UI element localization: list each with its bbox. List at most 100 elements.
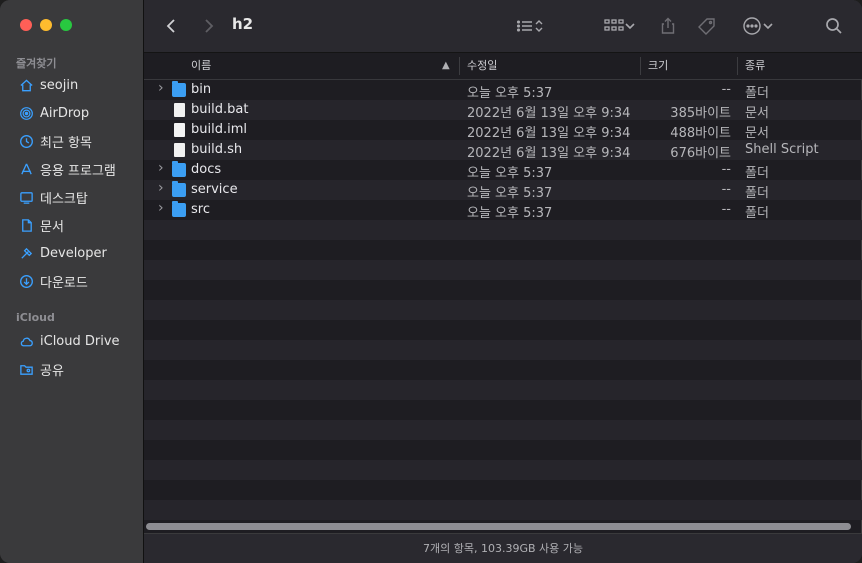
file-name: src	[191, 202, 210, 217]
empty-row	[144, 340, 862, 360]
table-row[interactable]: build.bat 2022년 6월 13일 오후 9:34 385바이트 문서	[144, 100, 862, 121]
sidebar-item-icloud-drive[interactable]: iCloud Drive	[18, 330, 120, 352]
document-icon	[174, 123, 185, 137]
hammer-icon	[18, 245, 34, 261]
tag-icon	[698, 18, 715, 35]
sidebar-item-recents[interactable]: 최근 항목	[18, 130, 92, 152]
sidebar-item-label: 공유	[40, 363, 64, 379]
file-name: build.bat	[191, 102, 249, 117]
sidebar: 즐겨찾기 seojin AirDrop 최근 항목 응용 프로그램 데스크탑 문…	[0, 0, 144, 563]
ellipsis-circle-icon	[743, 17, 761, 35]
chevron-down-icon	[763, 23, 773, 30]
sidebar-item-documents[interactable]: 문서	[18, 214, 64, 236]
empty-row	[144, 220, 862, 240]
file-kind: Shell Script	[745, 142, 819, 157]
file-list: › bin 오늘 오후 5:37 -- 폴더 build.bat 2022년 6월 13일 …	[144, 80, 862, 520]
sidebar-item-home[interactable]: seojin	[18, 74, 78, 96]
empty-row	[144, 400, 862, 420]
cloud-icon	[18, 333, 34, 349]
disclosure-chevron-icon[interactable]: ›	[158, 200, 164, 216]
sidebar-item-label: 문서	[40, 219, 64, 235]
minimize-button[interactable]	[40, 19, 52, 31]
empty-row	[144, 320, 862, 340]
window-controls	[20, 19, 72, 31]
tag-button[interactable]	[695, 14, 719, 38]
table-row[interactable]: build.sh 2022년 6월 13일 오후 9:34 676바이트 Shell …	[144, 140, 862, 161]
sort-ascending-icon[interactable]: ▲	[442, 53, 450, 79]
updown-chevron-icon	[535, 20, 543, 32]
window-title: h2	[232, 15, 254, 33]
table-row[interactable]: › src 오늘 오후 5:37 -- 폴더	[144, 200, 862, 221]
file-date: 2022년 6월 13일 오후 9:34	[467, 146, 631, 161]
empty-row	[144, 500, 862, 520]
table-row[interactable]: › service 오늘 오후 5:37 -- 폴더	[144, 180, 862, 201]
back-button[interactable]	[160, 14, 184, 38]
disclosure-chevron-icon[interactable]: ›	[158, 180, 164, 196]
file-date: 2022년 6월 13일 오후 9:34	[467, 126, 631, 141]
action-menu-button[interactable]	[738, 14, 778, 38]
file-date: 2022년 6월 13일 오후 9:34	[467, 106, 631, 121]
disclosure-chevron-icon[interactable]: ›	[158, 80, 164, 96]
file-name: docs	[191, 162, 222, 177]
table-row[interactable]: › docs 오늘 오후 5:37 -- 폴더	[144, 160, 862, 181]
airdrop-icon	[18, 105, 34, 121]
forward-button[interactable]	[196, 14, 220, 38]
horizontal-scrollbar[interactable]	[146, 523, 851, 530]
column-kind-header[interactable]: 종류	[745, 53, 765, 79]
sidebar-item-shared[interactable]: 공유	[18, 358, 64, 380]
search-button[interactable]	[822, 14, 846, 38]
column-separator[interactable]	[640, 57, 641, 75]
finder-window: 즐겨찾기 seojin AirDrop 최근 항목 응용 프로그램 데스크탑 문…	[0, 0, 862, 563]
sidebar-item-developer[interactable]: Developer	[18, 242, 107, 264]
sidebar-item-airdrop[interactable]: AirDrop	[18, 102, 89, 124]
toolbar: h2	[144, 0, 862, 53]
table-row[interactable]: › bin 오늘 오후 5:37 -- 폴더	[144, 80, 862, 101]
folder-icon	[172, 81, 186, 97]
file-kind: 폴더	[745, 86, 769, 101]
document-icon	[174, 143, 185, 157]
folder-icon	[172, 201, 186, 217]
empty-row	[144, 260, 862, 280]
empty-row	[144, 300, 862, 320]
table-row[interactable]: build.iml 2022년 6월 13일 오후 9:34 488바이트 문서	[144, 120, 862, 141]
share-button[interactable]	[656, 14, 680, 38]
folder-icon	[172, 161, 186, 177]
group-by-button[interactable]	[600, 14, 640, 38]
grid-icon	[604, 19, 624, 31]
column-name-header[interactable]: 이름	[191, 53, 211, 79]
empty-row	[144, 240, 862, 260]
file-kind: 폴더	[745, 206, 769, 221]
empty-row	[144, 420, 862, 440]
folder-icon	[172, 181, 186, 197]
shared-folder-icon	[18, 361, 34, 377]
empty-row	[144, 360, 862, 380]
sidebar-item-label: Developer	[40, 245, 107, 261]
file-kind: 문서	[745, 106, 769, 121]
file-date: 오늘 오후 5:37	[467, 206, 553, 221]
sidebar-item-label: AirDrop	[40, 105, 90, 121]
file-size: --	[721, 162, 731, 177]
sidebar-item-applications[interactable]: 응용 프로그램	[18, 158, 116, 180]
file-name: bin	[191, 82, 212, 97]
close-button[interactable]	[20, 19, 32, 31]
disclosure-chevron-icon[interactable]: ›	[158, 160, 164, 176]
column-separator[interactable]	[737, 57, 738, 75]
file-name: service	[191, 182, 238, 197]
empty-row	[144, 480, 862, 500]
column-date-header[interactable]: 수정일	[467, 53, 497, 79]
desktop-icon	[18, 189, 34, 205]
document-icon	[174, 103, 185, 117]
sidebar-item-label: seojin	[40, 77, 79, 93]
sidebar-item-desktop[interactable]: 데스크탑	[18, 186, 88, 208]
view-mode-list-button[interactable]	[510, 14, 550, 38]
column-separator[interactable]	[459, 57, 460, 75]
file-kind: 폴더	[745, 166, 769, 181]
sidebar-item-downloads[interactable]: 다운로드	[18, 270, 88, 292]
sidebar-item-label: 다운로드	[40, 275, 88, 291]
empty-row	[144, 280, 862, 300]
zoom-button[interactable]	[60, 19, 72, 31]
file-name: build.sh	[191, 142, 243, 157]
file-date: 오늘 오후 5:37	[467, 166, 553, 181]
column-size-header[interactable]: 크기	[648, 53, 668, 79]
icloud-section-label: iCloud	[16, 311, 55, 324]
